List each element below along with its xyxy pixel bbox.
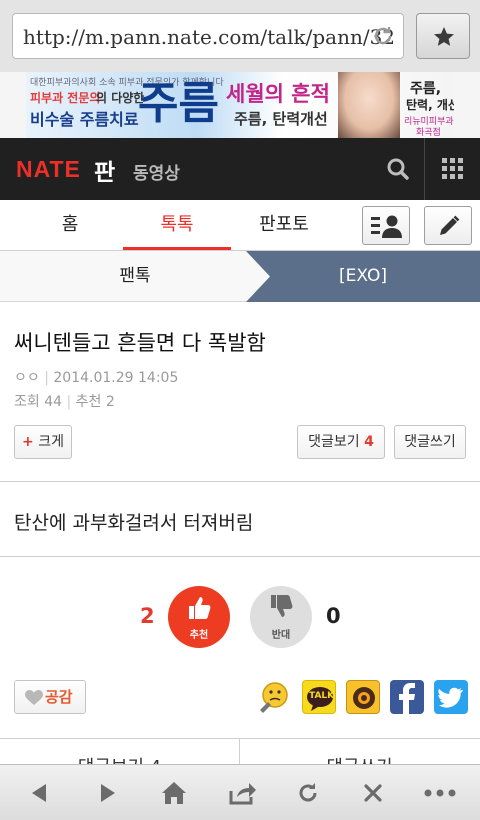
recommend-label: 추천 [75,394,102,410]
divider [0,481,480,482]
divider [0,556,480,557]
search-button[interactable] [370,138,425,200]
close-tab-button[interactable] [353,777,393,809]
pencil-icon [440,215,460,235]
post-stats: 조회 44 | 추천 2 [14,391,115,411]
back-button[interactable] [20,777,60,809]
home-icon [162,782,186,804]
upvote-label: 추천 [189,630,209,641]
downvote-count: 0 [326,604,341,628]
post-body: 탄산에 과부화걸려서 터져버림 [14,512,254,534]
ad-right-top: 주름, [410,81,442,97]
service-title[interactable]: 판 [94,153,115,187]
tab-panphoto[interactable]: 판포토 [232,200,336,250]
site-header: NATE 판 동영상 [0,138,480,200]
ad-sub: 주름, 탄력개선 [234,110,328,128]
star-icon [434,27,454,46]
breadcrumb-exo[interactable]: [EXO] [288,251,438,302]
views-count: 44 [44,394,63,410]
comments-view-button[interactable]: 댓글보기 4 [297,425,385,459]
downvote-label: 반대 [271,630,291,641]
comments-count: 4 [364,434,374,450]
empathy-button[interactable]: 공감 [14,680,86,714]
close-icon [364,784,382,802]
kakaotalk-share-button[interactable]: TALK [302,680,336,714]
tab-home[interactable]: 홈 [18,200,122,250]
heart-icon [25,690,43,705]
ad-headline: 세월의 흔적 [226,82,330,106]
ad-big-word: 주름 [138,78,219,129]
url-input[interactable]: http://m.pann.nate.com/talk/pann/32 [12,13,404,59]
ad-model-photo [338,72,400,138]
share-button[interactable] [221,777,261,809]
browser-toolbar [0,764,480,820]
refresh-button[interactable] [288,777,328,809]
thumbs-up-icon [189,597,211,619]
bottom-comment-write-button[interactable]: 댓글쓰기 [240,753,479,764]
comment-write-label: 댓글쓰기 [404,434,456,450]
meta-divider: | [44,370,54,386]
profile-list-icon [371,215,402,238]
stats-divider: | [66,394,76,410]
upvote-count: 2 [140,604,155,628]
comment-buttons-row: 댓글보기 4 댓글쓰기 [0,738,480,764]
ad-right-mid: 탄력, 개선 [406,98,454,112]
more-dots-icon [424,789,456,797]
twitter-icon [438,687,464,708]
font-size-label: 크게 [38,434,64,450]
post-meta: ㅇㅇ | 2014.01.29 14:05 [14,367,178,387]
empathy-label: 공감 [45,688,73,706]
facebook-share-button[interactable] [390,680,424,714]
upvote-button[interactable]: 추천 [168,586,230,648]
tab-bar: 홈 톡톡 판포토 [0,200,480,251]
bottom-comments-view-button[interactable]: 댓글보기 4 [0,753,239,764]
ad-banner[interactable]: 대한피부과의사회 소속 피부과 전문의가 함께합니다 피부과 전문의 의 다양한… [26,72,454,138]
twitter-share-button[interactable] [434,680,468,714]
comments-view-label: 댓글보기 [308,434,360,450]
recommend-count: 2 [105,394,115,410]
refresh-icon [299,783,317,802]
font-size-button[interactable]: + 크게 [14,425,72,459]
tab-toktok[interactable]: 톡톡 [123,200,231,250]
share-icon [229,783,256,805]
grid-menu-icon [442,158,463,179]
bookmark-button[interactable] [416,13,470,59]
post-title: 써니텐들고 흔들면 다 폭발함 [14,331,266,355]
kakaostory-icon [353,687,375,709]
video-link[interactable]: 동영상 [133,159,180,184]
views-label: 조회 [14,394,40,410]
emoticon-icon [260,682,288,713]
ad-banner-area: 대한피부과의사회 소속 피부과 전문의가 함께합니다 피부과 전문의 의 다양한… [0,72,480,138]
thumbs-down-icon [271,595,293,617]
downvote-button[interactable]: 반대 [250,586,312,648]
ad-clinic-line3: 비수술 주름치료 [30,110,139,129]
kakaotalk-label: TALK [309,691,335,701]
write-button[interactable] [424,206,472,245]
breadcrumb-fantalk[interactable]: 팬톡 [0,251,270,302]
forward-button[interactable] [87,777,127,809]
browser-address-bar: http://m.pann.nate.com/talk/pann/32 [0,0,480,72]
ad-clinic-line1: 피부과 전문의 [30,91,101,105]
breadcrumb: 팬톡 [EXO] [0,251,480,302]
comment-write-button[interactable]: 댓글쓰기 [394,425,466,459]
nate-logo[interactable]: NATE [16,156,81,183]
back-arrow-icon [32,784,46,802]
emoticon-share-button[interactable] [258,680,292,714]
kakaostory-share-button[interactable] [346,680,380,714]
forward-arrow-icon [101,784,115,802]
plus-icon: + [22,434,34,450]
home-button[interactable] [154,777,194,809]
reload-icon[interactable] [371,24,395,48]
post-author: ㅇㅇ [14,370,40,386]
menu-grid-button[interactable] [426,138,480,200]
facebook-icon [399,683,415,714]
ad-right-small2: 화곡점 [416,128,441,138]
search-icon [387,158,409,180]
post-date: 2014.01.29 14:05 [53,370,179,386]
my-profile-button[interactable] [362,206,410,245]
url-text: http://m.pann.nate.com/talk/pann/32 [23,25,396,49]
more-menu-button[interactable] [420,777,460,809]
